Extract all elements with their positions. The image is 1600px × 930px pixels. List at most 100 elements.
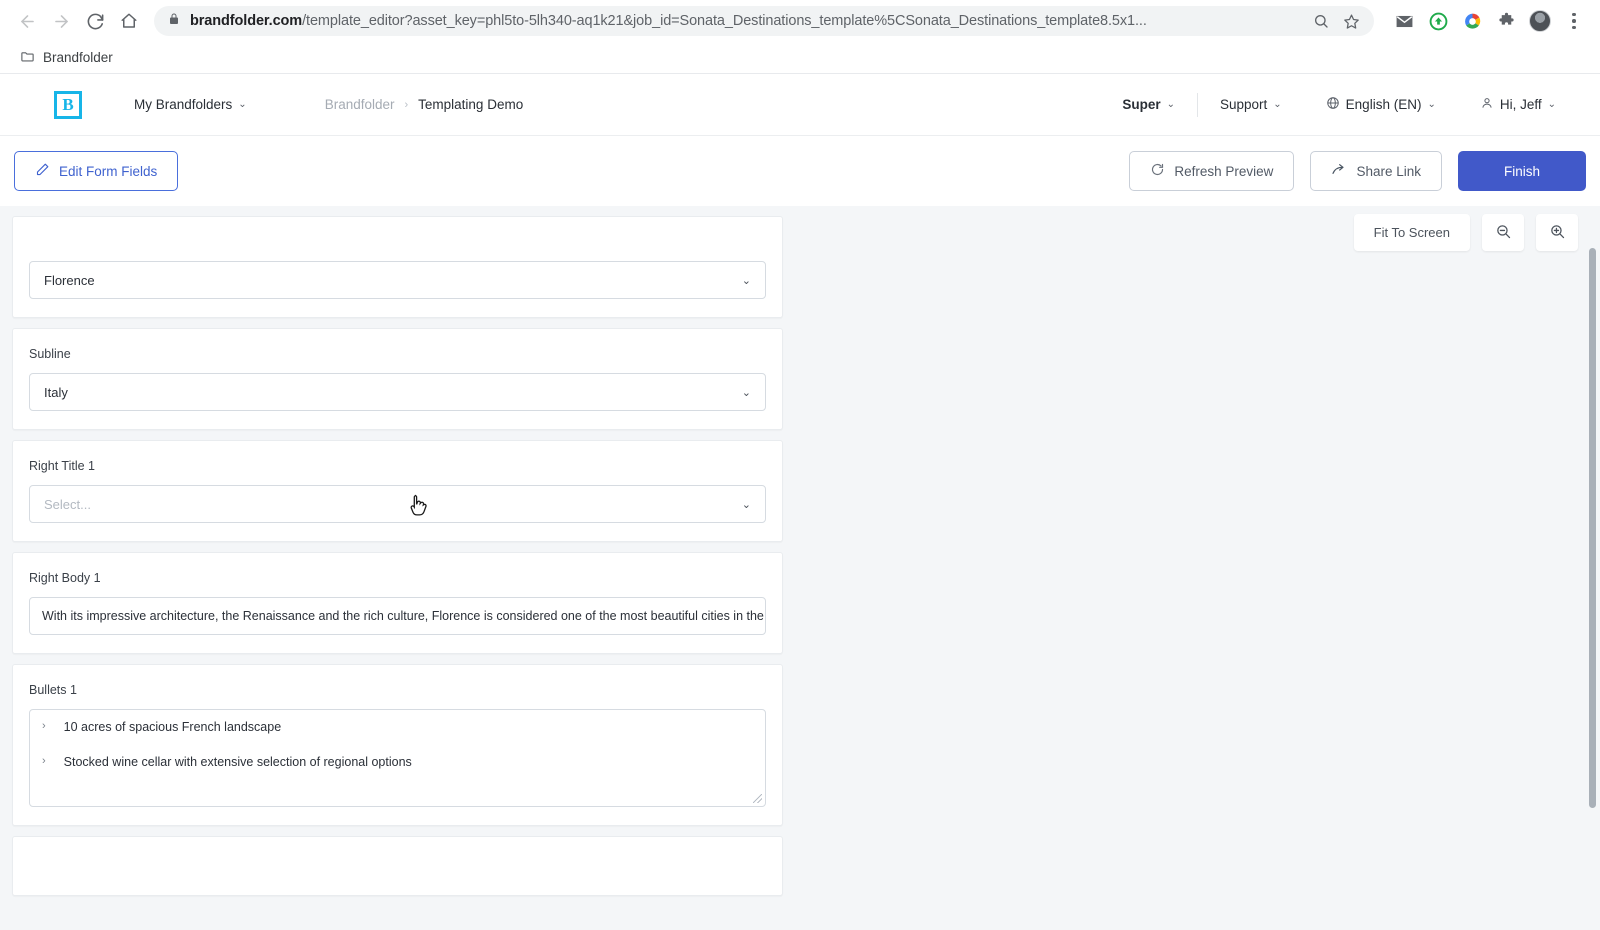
language-menu[interactable]: English (EN) ⌄: [1304, 96, 1458, 113]
chevron-down-icon: ⌄: [1166, 99, 1175, 110]
app-header: B My Brandfolders ⌄ Brandfolder › Templa…: [0, 74, 1600, 136]
zoom-out-button[interactable]: [1482, 214, 1524, 251]
edit-form-fields-label: Edit Form Fields: [59, 163, 158, 179]
puzzle-icon[interactable]: [1492, 7, 1520, 35]
breadcrumb: Brandfolder › Templating Demo: [325, 97, 524, 112]
user-greeting: Hi, Jeff: [1499, 97, 1542, 112]
toolbar-actions: Refresh Preview Share Link Finish: [1129, 151, 1586, 191]
chevron-right-icon: ›: [42, 720, 46, 732]
fit-to-screen-button[interactable]: Fit To Screen: [1353, 214, 1470, 251]
form-field-right-body-1: Right Body 1 With its impressive archite…: [12, 552, 783, 654]
bullet-item: › Stocked wine cellar with extensive sel…: [42, 755, 753, 769]
headline-select[interactable]: Florence ⌄: [29, 261, 766, 299]
browser-chrome: brandfolder.com/template_editor?asset_ke…: [0, 0, 1600, 42]
headline-value: Florence: [44, 272, 95, 288]
share-arrow-icon: [1331, 162, 1347, 181]
bookmark-item-brandfolder[interactable]: Brandfolder: [14, 46, 119, 70]
finish-button[interactable]: Finish: [1457, 151, 1586, 191]
support-label: Support: [1219, 97, 1268, 112]
chevron-down-icon: ⌄: [238, 99, 247, 110]
zoom-in-icon: [1549, 223, 1566, 243]
my-brandfolders-label: My Brandfolders: [134, 97, 233, 112]
super-label: Super: [1122, 97, 1161, 112]
share-link-button[interactable]: Share Link: [1310, 151, 1442, 191]
shield-icon[interactable]: [1424, 7, 1452, 35]
profile-avatar-icon[interactable]: [1526, 7, 1554, 35]
language-label: English (EN): [1345, 97, 1422, 112]
textarea-resize-handle[interactable]: [753, 794, 762, 803]
subline-value: Italy: [44, 384, 68, 400]
right-title-1-placeholder: Select...: [44, 496, 91, 512]
globe-icon: [1326, 96, 1340, 113]
folder-icon: [20, 49, 35, 67]
extension-icons: [1384, 7, 1588, 35]
chevron-right-icon: ›: [42, 755, 46, 767]
form-field-next: [12, 836, 783, 896]
bullets-1-textarea[interactable]: › 10 acres of spacious French landscape …: [29, 709, 766, 807]
bullet-item: › 10 acres of spacious French landscape: [42, 720, 753, 734]
url-domain: brandfolder.com: [190, 13, 303, 29]
chevron-down-icon: ⌄: [1273, 99, 1282, 110]
kebab-menu-icon[interactable]: [1560, 7, 1588, 35]
lock-icon: [168, 12, 180, 30]
user-menu[interactable]: Hi, Jeff ⌄: [1458, 96, 1578, 113]
subline-select[interactable]: Italy ⌄: [29, 373, 766, 411]
search-icon[interactable]: [1308, 8, 1334, 34]
fit-to-screen-label: Fit To Screen: [1373, 225, 1450, 240]
preview-panel: Fit To Screen SONATA: [795, 206, 1600, 930]
bullet-text: 10 acres of spacious French landscape: [63, 720, 282, 734]
form-panel: Florence ⌄ Subline Italy ⌄ Right Title 1…: [0, 206, 795, 930]
bookmarks-bar: Brandfolder: [0, 42, 1600, 74]
forward-arrow-icon[interactable]: [46, 6, 76, 36]
logo-letter: B: [62, 94, 74, 114]
right-body-1-input[interactable]: With its impressive architecture, the Re…: [29, 597, 766, 635]
chevron-down-icon: ⌄: [1547, 99, 1556, 110]
brandfolder-logo[interactable]: B: [54, 90, 82, 119]
bullet-text: Stocked wine cellar with extensive selec…: [63, 755, 412, 769]
field-label: Bullets 1: [29, 683, 77, 697]
breadcrumb-separator-icon: ›: [404, 98, 409, 111]
zoom-in-button[interactable]: [1536, 214, 1578, 251]
url-text: brandfolder.com/template_editor?asset_ke…: [190, 13, 1304, 29]
home-icon[interactable]: [114, 6, 144, 36]
chevron-down-icon: ⌄: [1427, 99, 1436, 110]
back-arrow-icon[interactable]: [12, 6, 42, 36]
star-icon[interactable]: [1338, 8, 1364, 34]
field-label: Subline: [29, 347, 71, 361]
pencil-icon: [35, 162, 50, 180]
form-field-headline: Florence ⌄: [12, 216, 783, 318]
form-field-right-title-1: Right Title 1 Select... ⌄: [12, 440, 783, 542]
refresh-preview-button[interactable]: Refresh Preview: [1129, 151, 1295, 191]
support-menu[interactable]: Support ⌄: [1198, 97, 1304, 112]
super-menu[interactable]: Super ⌄: [1100, 97, 1197, 112]
zoom-controls: Fit To Screen: [1353, 214, 1578, 251]
mail-icon[interactable]: [1390, 7, 1418, 35]
my-brandfolders-menu[interactable]: My Brandfolders ⌄: [134, 97, 247, 112]
share-link-label: Share Link: [1356, 163, 1421, 179]
form-field-bullets-1: Bullets 1 › 10 acres of spacious French …: [12, 664, 783, 826]
breadcrumb-current[interactable]: Templating Demo: [418, 97, 523, 112]
field-label: Right Title 1: [29, 459, 96, 473]
field-label: [29, 235, 766, 250]
reload-icon[interactable]: [80, 6, 110, 36]
form-field-subline: Subline Italy ⌄: [12, 328, 783, 430]
field-label: Right Body 1: [29, 571, 101, 585]
right-body-1-value: With its impressive architecture, the Re…: [42, 609, 766, 623]
refresh-icon: [1150, 162, 1165, 180]
main-content: Florence ⌄ Subline Italy ⌄ Right Title 1…: [0, 206, 1600, 930]
user-icon: [1480, 96, 1494, 113]
address-bar[interactable]: brandfolder.com/template_editor?asset_ke…: [154, 6, 1374, 36]
edit-form-fields-button[interactable]: Edit Form Fields: [14, 151, 179, 191]
chevron-down-icon: ⌄: [741, 498, 751, 511]
refresh-preview-label: Refresh Preview: [1174, 163, 1274, 179]
breadcrumb-root[interactable]: Brandfolder: [325, 97, 395, 112]
scrollbar-thumb[interactable]: [1589, 248, 1596, 808]
chevron-down-icon: ⌄: [741, 274, 751, 287]
right-title-1-select[interactable]: Select... ⌄: [29, 485, 766, 523]
zoom-out-icon: [1495, 223, 1512, 243]
color-wheel-icon[interactable]: [1458, 7, 1486, 35]
header-right-nav: Super ⌄ Support ⌄ English (EN) ⌄ Hi, Jef…: [1100, 92, 1578, 117]
url-path: /template_editor?asset_key=phl5to-5lh340…: [302, 13, 1147, 29]
vertical-scrollbar[interactable]: [1589, 248, 1596, 930]
bookmark-label: Brandfolder: [43, 50, 113, 65]
